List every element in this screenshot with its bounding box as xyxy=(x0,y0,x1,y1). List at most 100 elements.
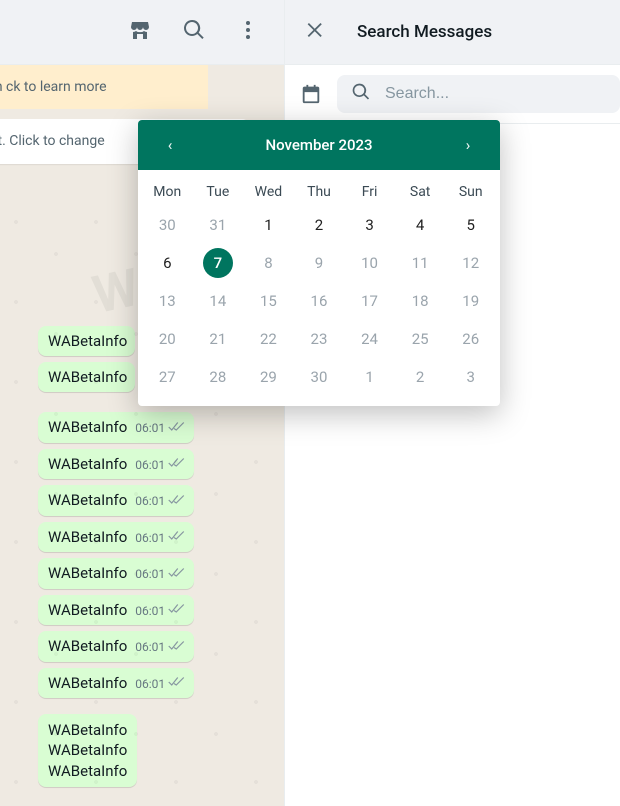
message-text: WABetaInfo xyxy=(48,418,127,436)
calendar-dow: Fri xyxy=(344,178,395,202)
calendar-day: 29 xyxy=(253,362,283,392)
calendar-day: 25 xyxy=(405,324,435,354)
message-text: WABetaInfo xyxy=(48,720,127,740)
message-time: 06:01 xyxy=(135,567,165,581)
calendar-day: 23 xyxy=(304,324,334,354)
calendar-day[interactable]: 4 xyxy=(405,210,435,240)
message-text: WABetaInfo xyxy=(48,491,127,509)
calendar-day: 14 xyxy=(203,286,233,316)
message-time: 06:01 xyxy=(135,531,165,545)
calendar-day: 20 xyxy=(152,324,182,354)
message-time: 06:01 xyxy=(135,458,165,472)
calendar-day: 24 xyxy=(355,324,385,354)
calendar-dow: Tue xyxy=(193,178,244,202)
calendar-dow: Sat xyxy=(395,178,446,202)
calendar-day: 1 xyxy=(355,362,385,392)
search-header: Search Messages xyxy=(285,0,620,65)
double-check-icon xyxy=(168,566,186,583)
calendar-dow: Thu xyxy=(294,178,345,202)
next-month-button[interactable]: › xyxy=(458,136,478,154)
calendar-day[interactable]: 7 xyxy=(203,248,233,278)
calendar-day: 19 xyxy=(456,286,486,316)
message-time: 06:01 xyxy=(135,494,165,508)
calendar-day: 26 xyxy=(456,324,486,354)
search-input[interactable] xyxy=(385,85,606,103)
calendar-dow: Wed xyxy=(243,178,294,202)
message-time: 06:01 xyxy=(135,421,165,435)
double-check-icon xyxy=(168,675,186,692)
calendar-day[interactable]: 3 xyxy=(355,210,385,240)
calendar-day: 22 xyxy=(253,324,283,354)
message-time: 06:01 xyxy=(135,677,165,691)
calendar-day: 31 xyxy=(203,210,233,240)
calendar-grid: MonTueWedThuFriSatSun3031123456789101112… xyxy=(138,170,500,406)
calendar-day: 13 xyxy=(152,286,182,316)
message-bubble[interactable]: WABetaInfo 06:01 xyxy=(38,595,194,626)
message-text: WABetaInfo xyxy=(48,740,127,760)
message-meta: 06:01 xyxy=(135,675,186,692)
search-icon xyxy=(351,82,371,106)
message-meta: 06:01 xyxy=(135,420,186,437)
calendar-day: 21 xyxy=(203,324,233,354)
calendar-day: 11 xyxy=(405,248,435,278)
message-text: WABetaInfo xyxy=(48,564,127,582)
calendar-day: 2 xyxy=(405,362,435,392)
message-meta: 06:01 xyxy=(135,602,186,619)
message-text: WABetaInfo xyxy=(48,637,127,655)
message-bubble[interactable]: WABetaInfoWABetaInfoWABetaInfo xyxy=(38,714,137,787)
double-check-icon xyxy=(168,529,186,546)
prev-month-button[interactable]: ‹ xyxy=(160,136,180,154)
search-icon[interactable] xyxy=(182,18,206,46)
calendar-header: ‹ November 2023 › xyxy=(138,120,500,170)
storefront-icon[interactable] xyxy=(128,18,152,46)
message-text: WABetaInfo xyxy=(48,761,127,781)
menu-dots-icon[interactable] xyxy=(236,18,260,46)
calendar-day: 16 xyxy=(304,286,334,316)
double-check-icon xyxy=(168,456,186,473)
calendar-day: 15 xyxy=(253,286,283,316)
message-meta: 06:01 xyxy=(135,493,186,510)
message-bubble[interactable]: WABetaInfo 06:01 xyxy=(38,668,194,699)
message-text: WABetaInfo xyxy=(48,674,127,692)
calendar-day: 12 xyxy=(456,248,486,278)
search-input-wrap xyxy=(337,75,620,113)
message-text: WABetaInfo xyxy=(48,528,127,546)
calendar-day: 30 xyxy=(304,362,334,392)
encryption-banner[interactable]: side of this chat, not even ck to learn … xyxy=(0,65,208,109)
message-time: 06:01 xyxy=(135,604,165,618)
chat-header xyxy=(0,0,284,65)
calendar-dow: Sun xyxy=(445,178,496,202)
calendar-title: November 2023 xyxy=(265,136,372,154)
calendar-day: 18 xyxy=(405,286,435,316)
date-picker: ‹ November 2023 › MonTueWedThuFriSatSun3… xyxy=(138,120,500,406)
message-meta: 06:01 xyxy=(135,529,186,546)
message-meta: 06:01 xyxy=(135,566,186,583)
calendar-day: 10 xyxy=(355,248,385,278)
calendar-day: 8 xyxy=(253,248,283,278)
message-bubble[interactable]: WABetaInfo xyxy=(38,326,135,356)
message-bubble[interactable]: WABetaInfo xyxy=(38,362,135,392)
message-bubble[interactable]: WABetaInfo 06:01 xyxy=(38,412,194,443)
message-bubble[interactable]: WABetaInfo 06:01 xyxy=(38,631,194,662)
calendar-day[interactable]: 5 xyxy=(456,210,486,240)
calendar-day: 27 xyxy=(152,362,182,392)
message-bubble[interactable]: WABetaInfo 06:01 xyxy=(38,522,194,553)
calendar-day: 28 xyxy=(203,362,233,392)
message-bubble[interactable]: WABetaInfo 06:01 xyxy=(38,485,194,516)
calendar-icon[interactable] xyxy=(297,80,325,108)
message-meta: 06:01 xyxy=(135,456,186,473)
message-bubble[interactable]: WABetaInfo 06:01 xyxy=(38,558,194,589)
calendar-day: 30 xyxy=(152,210,182,240)
calendar-day[interactable]: 6 xyxy=(152,248,182,278)
calendar-day[interactable]: 2 xyxy=(304,210,334,240)
message-bubble[interactable]: WABetaInfo 06:01 xyxy=(38,449,194,480)
message-time: 06:01 xyxy=(135,640,165,654)
close-icon[interactable] xyxy=(305,19,327,45)
message-text: WABetaInfo xyxy=(48,455,127,473)
calendar-day: 9 xyxy=(304,248,334,278)
calendar-day: 3 xyxy=(456,362,486,392)
calendar-day[interactable]: 1 xyxy=(253,210,283,240)
double-check-icon xyxy=(168,420,186,437)
search-title: Search Messages xyxy=(357,22,492,42)
double-check-icon xyxy=(168,602,186,619)
